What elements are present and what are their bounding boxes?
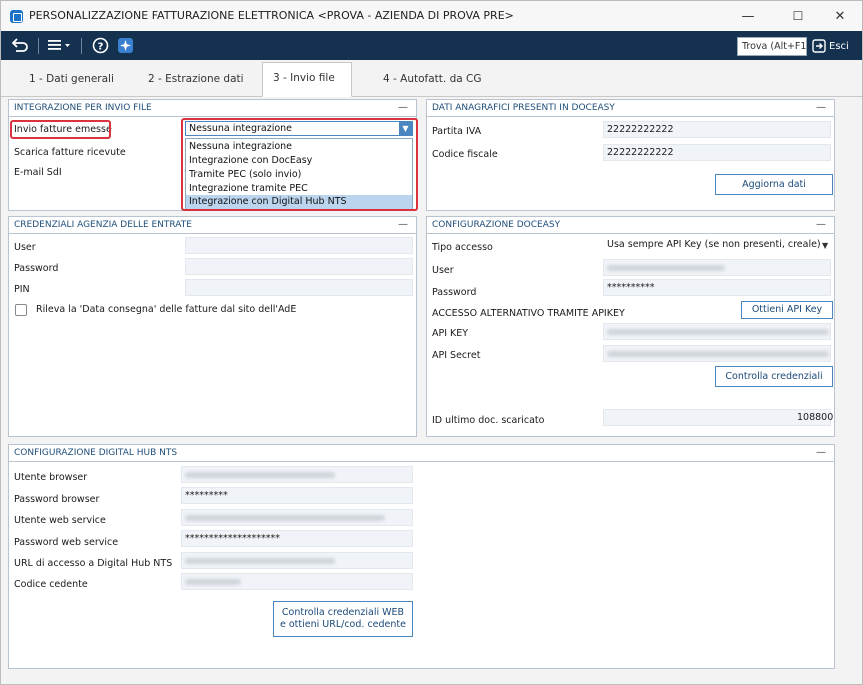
ultimo-doc-value: 108800 xyxy=(797,412,834,423)
api-key-label: API KEY xyxy=(432,328,469,339)
toolbar-separator xyxy=(81,38,82,54)
codice-fiscale-label: Codice fiscale xyxy=(432,149,498,160)
exit-icon xyxy=(812,39,826,53)
tipo-accesso-label: Tipo accesso xyxy=(432,242,493,253)
svg-text:?: ? xyxy=(97,41,103,52)
app-window: PERSONALIZZAZIONE FATTURAZIONE ELETTRONI… xyxy=(0,0,863,685)
ade-password-label: Password xyxy=(14,263,59,274)
collapse-icon[interactable]: — xyxy=(816,219,826,230)
exit-label: Esci xyxy=(829,40,849,52)
data-consegna-label: Rileva la 'Data consegna' delle fatture … xyxy=(36,304,297,315)
ade-pin-label: PIN xyxy=(14,284,30,295)
url-digital-hub-label: URL di accesso a Digital Hub NTS xyxy=(14,558,173,569)
maximize-button[interactable]: ☐ xyxy=(781,5,815,27)
app-logo-icon xyxy=(10,10,23,23)
doceasy-password-value: ********** xyxy=(607,282,655,293)
password-browser-label: Password browser xyxy=(14,494,100,505)
collapse-icon[interactable]: — xyxy=(816,447,826,458)
doceasy-panel-title: CONFIGURAZIONE DOCEASY xyxy=(432,220,561,230)
codice-cedente-label: Codice cedente xyxy=(14,579,88,590)
ade-user-input[interactable] xyxy=(185,237,413,254)
anagrafica-panel-title: DATI ANAGRAFICI PRESENTI IN DOCEASY xyxy=(432,103,615,113)
highlight-box-label xyxy=(10,120,111,139)
tab-dati-generali[interactable]: 1 - Dati generali xyxy=(19,68,124,96)
redacted-api-key xyxy=(607,329,829,335)
controlla-credenziali-web-button[interactable]: Controlla credenziali WEB e ottieni URL/… xyxy=(273,601,413,637)
exit-button[interactable]: Esci xyxy=(812,36,849,56)
credenziali-ade-panel-title: CREDENZIALI AGENZIA DELLE ENTRATE xyxy=(14,220,192,230)
password-ws-value: ******************** xyxy=(185,533,280,544)
close-button[interactable]: ✕ xyxy=(823,5,857,27)
data-consegna-checkbox[interactable] xyxy=(15,304,27,316)
highlight-box-dropdown xyxy=(181,118,418,211)
redacted-api-secret xyxy=(607,351,829,357)
collapse-icon[interactable]: — xyxy=(398,102,408,113)
partita-iva-value: 22222222222 xyxy=(607,124,674,135)
doceasy-user-label: User xyxy=(432,265,454,276)
tab-estrazione-dati[interactable]: 2 - Estrazione dati xyxy=(138,68,254,96)
collapse-icon[interactable]: — xyxy=(816,102,826,113)
toolbar: ? Trova (Alt+F1) Esci xyxy=(1,31,862,60)
assistant-icon[interactable] xyxy=(115,34,135,56)
digital-hub-panel: CONFIGURAZIONE DIGITAL HUB NTS — xyxy=(8,444,835,669)
integration-panel-title: INTEGRAZIONE PER INVIO FILE xyxy=(14,103,152,113)
tab-autofatt-cg[interactable]: 4 - Autofatt. da CG xyxy=(373,68,491,96)
credenziali-ade-panel-header: CREDENZIALI AGENZIA DELLE ENTRATE — xyxy=(9,217,416,234)
anagrafica-panel-header: DATI ANAGRAFICI PRESENTI IN DOCEASY — xyxy=(427,100,834,117)
utente-browser-label: Utente browser xyxy=(14,472,88,483)
redacted-codice-cedente xyxy=(185,579,241,585)
menu-icon[interactable] xyxy=(47,34,73,56)
chevron-down-icon[interactable]: ▼ xyxy=(822,241,828,250)
aggiorna-dati-button[interactable]: Aggiorna dati xyxy=(715,174,833,195)
doceasy-password-label: Password xyxy=(432,287,477,298)
collapse-icon[interactable]: — xyxy=(398,219,408,230)
ultimo-doc-label: ID ultimo doc. scaricato xyxy=(432,415,545,426)
scarica-fatture-label: Scarica fatture ricevute xyxy=(14,147,126,158)
window-title: PERSONALIZZAZIONE FATTURAZIONE ELETTRONI… xyxy=(29,9,514,22)
api-secret-label: API Secret xyxy=(432,350,481,361)
redacted-utente-ws xyxy=(185,515,385,521)
tab-strip: 1 - Dati generali 2 - Estrazione dati 3 … xyxy=(1,60,862,97)
codice-fiscale-value: 22222222222 xyxy=(607,147,674,158)
integration-panel-header: INTEGRAZIONE PER INVIO FILE — xyxy=(9,100,416,117)
title-bar: PERSONALIZZAZIONE FATTURAZIONE ELETTRONI… xyxy=(1,1,862,31)
toolbar-separator xyxy=(38,38,39,54)
digital-hub-panel-title: CONFIGURAZIONE DIGITAL HUB NTS xyxy=(14,448,178,458)
password-browser-value: ********* xyxy=(185,490,228,501)
ade-pin-input[interactable] xyxy=(185,279,413,296)
controlla-credenziali-button[interactable]: Controlla credenziali xyxy=(715,366,833,387)
password-ws-label: Password web service xyxy=(14,537,119,548)
utente-ws-label: Utente web service xyxy=(14,515,106,526)
help-icon[interactable]: ? xyxy=(90,34,110,56)
back-icon[interactable] xyxy=(9,34,31,56)
ottieni-api-key-button[interactable]: Ottieni API Key xyxy=(741,301,833,319)
partita-iva-label: Partita IVA xyxy=(432,126,482,137)
tipo-accesso-select[interactable]: Usa sempre API Key (se non presenti, cre… xyxy=(607,239,821,250)
search-input[interactable]: Trova (Alt+F1) xyxy=(737,37,807,56)
ade-password-input[interactable] xyxy=(185,258,413,275)
redacted-user xyxy=(607,265,725,271)
ade-user-label: User xyxy=(14,242,36,253)
doceasy-panel-header: CONFIGURAZIONE DOCEASY — xyxy=(427,217,834,234)
email-sdi-label: E-mail SdI xyxy=(14,167,62,178)
redacted-utente-browser xyxy=(185,472,335,478)
apikey-section-label: ACCESSO ALTERNATIVO TRAMITE APIKEY xyxy=(432,308,625,319)
redacted-url xyxy=(185,558,335,564)
digital-hub-panel-header: CONFIGURAZIONE DIGITAL HUB NTS — xyxy=(9,445,834,462)
minimize-button[interactable]: — xyxy=(731,5,765,27)
tab-invio-file[interactable]: 3 - Invio file xyxy=(262,62,352,97)
